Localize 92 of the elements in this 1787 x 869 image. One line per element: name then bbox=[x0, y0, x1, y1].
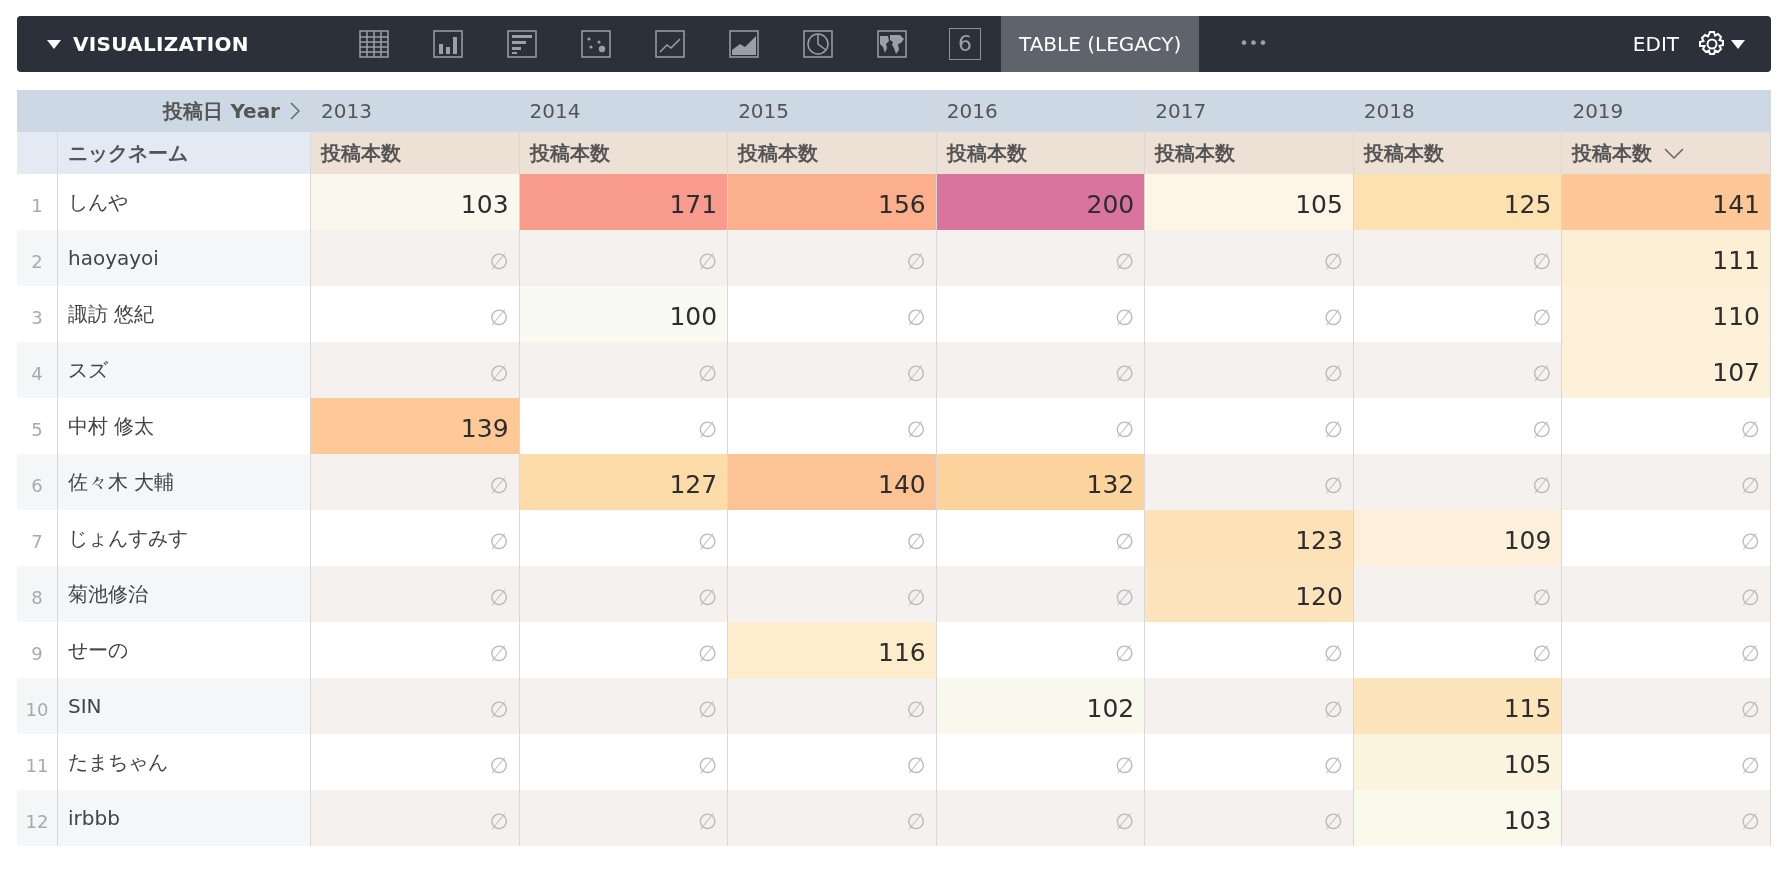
value-cell: ∅ bbox=[1145, 790, 1354, 846]
column-header: 2013 bbox=[311, 90, 520, 132]
more-button[interactable]: ••• bbox=[1219, 16, 1288, 72]
row-number: 2 bbox=[17, 230, 58, 286]
value-cell: 116 bbox=[728, 622, 937, 678]
single-value-tab[interactable]: 6 bbox=[929, 16, 1001, 72]
name-cell: スズ bbox=[58, 342, 311, 398]
chevron-right-icon bbox=[290, 102, 300, 120]
value-cell: ∅ bbox=[728, 790, 937, 846]
value-cell: ∅ bbox=[519, 790, 729, 846]
value-cell: ∅ bbox=[1562, 790, 1771, 846]
column-header: 2019 bbox=[1562, 90, 1771, 132]
value-cell: 156 bbox=[728, 174, 937, 230]
measure-header[interactable]: 投稿本数 bbox=[1145, 132, 1354, 174]
value-cell: 100 bbox=[519, 286, 729, 342]
value-cell: ∅ bbox=[1145, 454, 1354, 510]
value-cell: ∅ bbox=[936, 790, 1146, 846]
name-cell: 菊池修治 bbox=[58, 566, 311, 622]
value-cell: ∅ bbox=[1353, 454, 1563, 510]
value-cell: 110 bbox=[1562, 286, 1771, 342]
value-cell: 111 bbox=[1562, 230, 1771, 286]
value-cell: ∅ bbox=[311, 230, 520, 286]
row-number: 4 bbox=[17, 342, 58, 398]
visualization-toggle[interactable]: VISUALIZATION bbox=[17, 29, 337, 59]
value-cell: 123 bbox=[1145, 510, 1354, 566]
sort-descending-icon bbox=[1664, 147, 1685, 159]
name-cell: haoyayoi bbox=[58, 230, 311, 286]
value-cell: 120 bbox=[1145, 566, 1354, 622]
value-cell: ∅ bbox=[1353, 230, 1563, 286]
value-cell: 140 bbox=[728, 454, 937, 510]
edit-button[interactable]: EDIT bbox=[1618, 29, 1693, 59]
value-cell: ∅ bbox=[728, 678, 937, 734]
name-cell: SIN bbox=[58, 678, 311, 734]
value-cell: 132 bbox=[936, 454, 1146, 510]
value-cell: 109 bbox=[1353, 510, 1563, 566]
value-cell: ∅ bbox=[311, 678, 520, 734]
measure-header[interactable]: 投稿本数 bbox=[311, 132, 520, 174]
measure-header[interactable]: 投稿本数 bbox=[1353, 132, 1563, 174]
value-cell: 105 bbox=[1353, 734, 1563, 790]
value-cell: 107 bbox=[1562, 342, 1771, 398]
value-cell: ∅ bbox=[936, 230, 1146, 286]
value-cell: ∅ bbox=[311, 454, 520, 510]
row-number: 10 bbox=[17, 678, 58, 734]
value-cell: ∅ bbox=[1353, 566, 1563, 622]
value-cell: ∅ bbox=[311, 342, 520, 398]
value-cell: 125 bbox=[1353, 174, 1563, 230]
value-cell: ∅ bbox=[1562, 566, 1771, 622]
value-cell: ∅ bbox=[1562, 454, 1771, 510]
value-cell: ∅ bbox=[1145, 230, 1354, 286]
measure-header[interactable]: 投稿本数 bbox=[1562, 132, 1771, 174]
value-cell: 103 bbox=[311, 174, 520, 230]
column-header: 2015 bbox=[728, 90, 937, 132]
value-cell: ∅ bbox=[519, 678, 729, 734]
value-cell: ∅ bbox=[728, 342, 937, 398]
value-cell: ∅ bbox=[728, 230, 937, 286]
value-cell: ∅ bbox=[1145, 678, 1354, 734]
value-cell: ∅ bbox=[936, 566, 1146, 622]
measure-header[interactable]: 投稿本数 bbox=[519, 132, 729, 174]
caret-icon bbox=[1731, 39, 1745, 49]
measure-header[interactable]: 投稿本数 bbox=[936, 132, 1146, 174]
value-cell: ∅ bbox=[728, 566, 937, 622]
column-header: 2017 bbox=[1145, 90, 1354, 132]
column-header: 2018 bbox=[1353, 90, 1563, 132]
value-cell: 141 bbox=[1562, 174, 1771, 230]
value-cell: ∅ bbox=[519, 566, 729, 622]
value-cell: ∅ bbox=[1562, 678, 1771, 734]
value-cell: ∅ bbox=[1353, 342, 1563, 398]
value-cell: ∅ bbox=[936, 342, 1146, 398]
value-cell: ∅ bbox=[1145, 342, 1354, 398]
column-header[interactable]: ニックネーム bbox=[58, 132, 311, 174]
column-header: 2016 bbox=[936, 90, 1146, 132]
name-cell: irbbb bbox=[58, 790, 311, 846]
row-number: 8 bbox=[17, 566, 58, 622]
row-number: 6 bbox=[17, 454, 58, 510]
column-header: 2014 bbox=[519, 90, 729, 132]
name-cell: 佐々木 大輔 bbox=[58, 454, 311, 510]
value-cell: 102 bbox=[936, 678, 1146, 734]
value-cell: 115 bbox=[1353, 678, 1563, 734]
value-cell: ∅ bbox=[311, 790, 520, 846]
value-cell: 200 bbox=[936, 174, 1146, 230]
value-cell: 127 bbox=[519, 454, 729, 510]
value-cell: ∅ bbox=[519, 230, 729, 286]
row-number: 12 bbox=[17, 790, 58, 846]
value-cell: 103 bbox=[1353, 790, 1563, 846]
pivot-label: 投稿日 Year bbox=[163, 98, 280, 125]
value-cell: ∅ bbox=[519, 342, 729, 398]
value-cell: 105 bbox=[1145, 174, 1354, 230]
visualization-tab[interactable]: TABLE (LEGACY) bbox=[1001, 16, 1200, 72]
measure-header[interactable]: 投稿本数 bbox=[728, 132, 937, 174]
value-cell: 139 bbox=[311, 398, 520, 454]
value-cell: ∅ bbox=[311, 566, 520, 622]
value-cell: 171 bbox=[519, 174, 729, 230]
